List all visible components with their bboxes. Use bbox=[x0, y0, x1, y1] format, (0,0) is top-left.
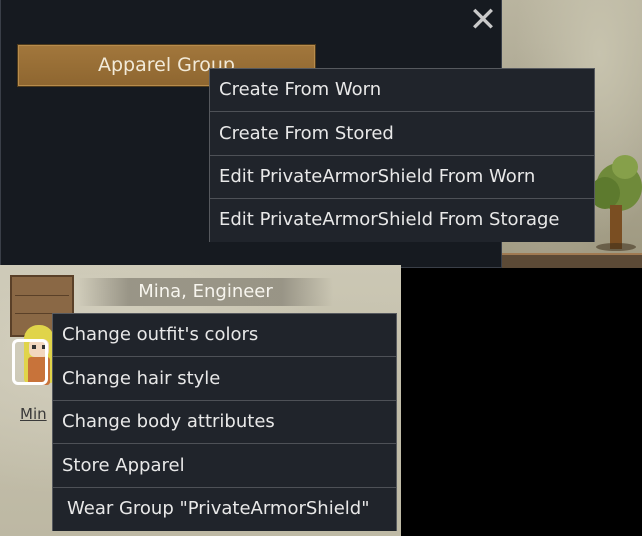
close-icon[interactable]: ✕ bbox=[467, 3, 499, 37]
pawn-apparel-menu: Change outfit's colors Change hair style… bbox=[52, 313, 397, 531]
pawn-portrait[interactable] bbox=[12, 325, 54, 401]
menu-item-wear-group[interactable]: Wear Group "PrivateArmorShield" bbox=[53, 488, 396, 531]
menu-item-change-body-attributes[interactable]: Change body attributes bbox=[53, 401, 396, 444]
menu-item-store-apparel[interactable]: Store Apparel bbox=[53, 444, 396, 488]
tree-sprite bbox=[590, 155, 642, 253]
apparel-group-menu: Create From Worn Create From Stored Edit… bbox=[209, 68, 595, 242]
pawn-name-label[interactable]: Min bbox=[20, 405, 47, 423]
menu-item-create-from-worn[interactable]: Create From Worn bbox=[210, 69, 594, 112]
pawn-name-banner: Mina, Engineer bbox=[78, 278, 333, 306]
menu-item-change-hair-style[interactable]: Change hair style bbox=[53, 357, 396, 401]
menu-item-create-from-stored[interactable]: Create From Stored bbox=[210, 112, 594, 156]
world-wall bbox=[500, 253, 642, 268]
selection-bracket-icon bbox=[12, 339, 48, 385]
game-screen: ✕ Apparel Group Create From Worn Create … bbox=[0, 0, 642, 536]
menu-item-edit-from-storage[interactable]: Edit PrivateArmorShield From Storage bbox=[210, 199, 594, 242]
menu-item-edit-from-worn[interactable]: Edit PrivateArmorShield From Worn bbox=[210, 156, 594, 199]
menu-item-change-outfit-colors[interactable]: Change outfit's colors bbox=[53, 314, 396, 357]
